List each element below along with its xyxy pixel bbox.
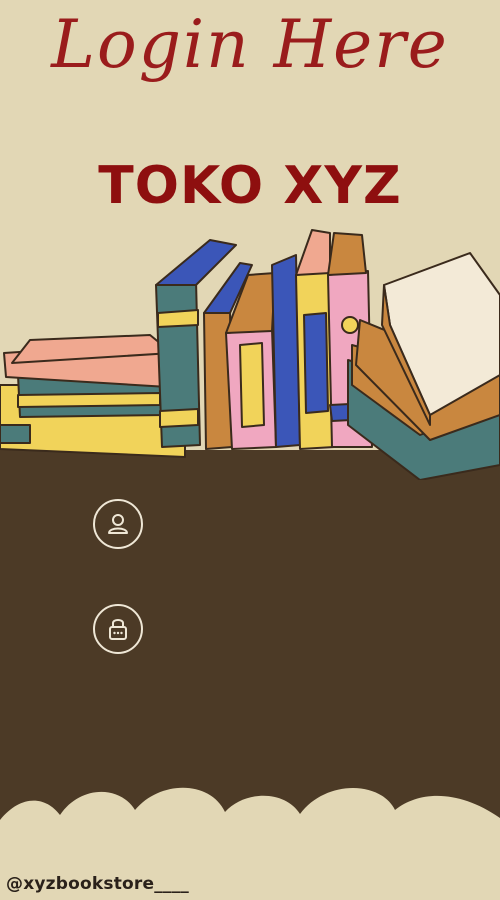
password-input[interactable]	[160, 607, 464, 653]
login-page: Login Here TOKO XYZ @xyzbookstore____	[0, 0, 500, 900]
books-illustration	[0, 229, 500, 480]
username-input[interactable]	[160, 502, 464, 548]
user-glyph-icon	[108, 514, 128, 534]
lock-glyph-icon	[109, 619, 127, 640]
lock-icon[interactable]	[93, 604, 143, 654]
user-icon[interactable]	[93, 499, 143, 549]
page-title: Login Here	[51, 6, 449, 83]
store-name: TOKO XYZ	[98, 156, 402, 216]
social-handle: @xyzbookstore____	[6, 874, 190, 894]
